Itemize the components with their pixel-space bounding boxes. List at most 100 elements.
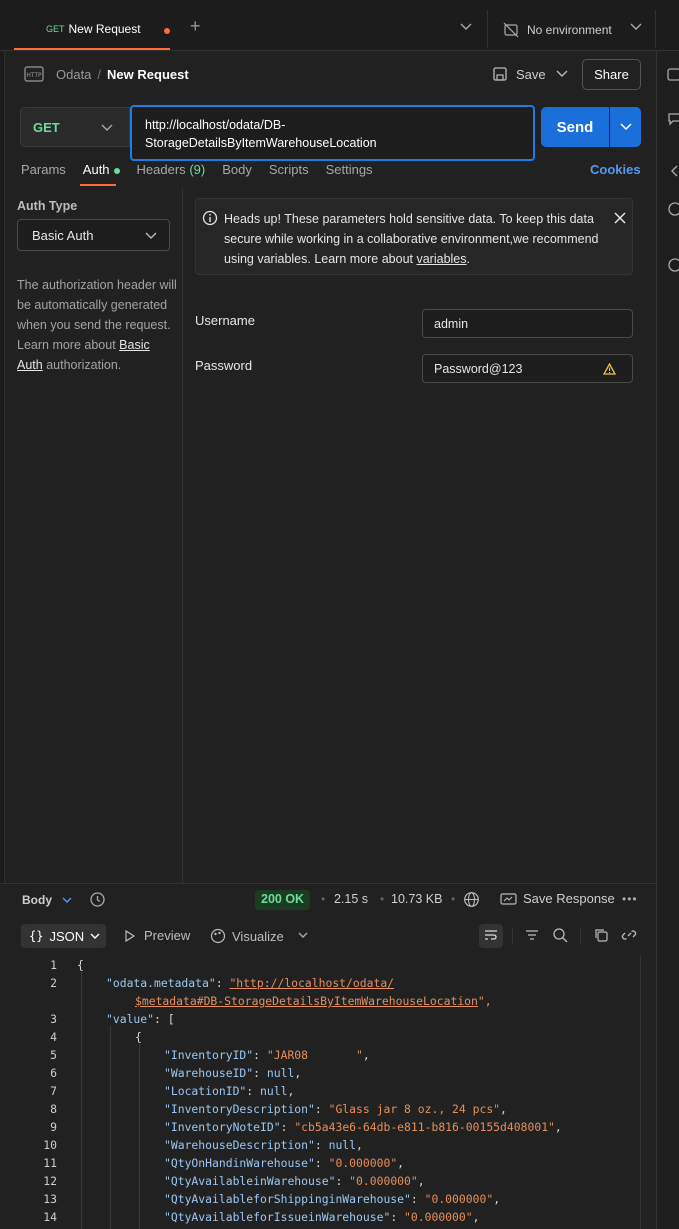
code-line: "LocationID": null, bbox=[164, 1084, 294, 1098]
json-key: "value" bbox=[106, 1012, 155, 1026]
code-line: "QtyAvailableinWarehouse": "0.000000", bbox=[164, 1174, 425, 1188]
visualize-button[interactable]: Visualize bbox=[210, 928, 284, 944]
json-value: null bbox=[260, 1084, 288, 1098]
json-colon: : bbox=[390, 1210, 405, 1224]
code-line: "QtyAvailableforIssueinWarehouse": "0.00… bbox=[164, 1210, 479, 1224]
line-number: 9 bbox=[50, 1120, 57, 1134]
line-number: 14 bbox=[43, 1210, 57, 1224]
tab-body[interactable]: Body bbox=[222, 162, 252, 177]
comments-icon[interactable] bbox=[667, 111, 679, 127]
chevron-left-icon[interactable] bbox=[667, 163, 679, 179]
response-body-label[interactable]: Body bbox=[22, 893, 52, 907]
request-tab[interactable]: GET New Request bbox=[14, 10, 170, 50]
save-icon bbox=[493, 67, 507, 81]
method-selector[interactable]: GET bbox=[20, 107, 130, 147]
format-label: JSON bbox=[49, 928, 85, 944]
copy-icon[interactable] bbox=[593, 927, 609, 943]
json-url-value-cont[interactable]: $metadata#DB-StorageDetailsByItemWarehou… bbox=[135, 994, 478, 1008]
send-options-button[interactable] bbox=[610, 107, 641, 147]
json-url-value[interactable]: "http://localhost/odata/ bbox=[229, 976, 394, 990]
line-number: 3 bbox=[50, 1012, 57, 1026]
json-colon: : bbox=[335, 1174, 350, 1188]
tab-headers[interactable]: Headers (9) bbox=[137, 162, 206, 177]
history-icon[interactable] bbox=[667, 257, 679, 273]
history-icon[interactable] bbox=[89, 891, 106, 908]
warning-icon[interactable] bbox=[603, 363, 616, 375]
json-comma: , bbox=[287, 1084, 295, 1098]
visualize-chevron-down-icon[interactable] bbox=[298, 932, 308, 939]
code-line: "odata.metadata": "http://localhost/odat… bbox=[106, 976, 395, 990]
breadcrumb-collection[interactable]: Odata bbox=[56, 67, 91, 82]
code-icon[interactable] bbox=[667, 67, 679, 83]
tab-params[interactable]: Params bbox=[21, 162, 66, 177]
save-response-button[interactable]: Save Response bbox=[500, 891, 615, 906]
globe-icon[interactable] bbox=[463, 891, 480, 908]
tabs-chevron-down-icon[interactable] bbox=[460, 23, 472, 31]
username-value: admin bbox=[434, 316, 469, 331]
response-time[interactable]: 2.15 s bbox=[334, 892, 368, 906]
variables-link[interactable]: variables bbox=[416, 252, 466, 266]
username-field[interactable]: admin bbox=[422, 309, 633, 338]
no-environment-icon bbox=[503, 22, 519, 38]
json-braces-icon: {} bbox=[29, 929, 44, 943]
info-circle-icon[interactable] bbox=[667, 201, 679, 217]
auth-description: The authorization header will be automat… bbox=[17, 275, 177, 375]
headers-count: (9) bbox=[189, 162, 206, 177]
filter-icon[interactable] bbox=[524, 927, 540, 943]
code-line: "InventoryNoteID": "cb5a43e6-64db-e811-b… bbox=[164, 1120, 562, 1134]
method-label: GET bbox=[33, 119, 60, 135]
json-comma: , bbox=[472, 1210, 480, 1224]
save-response-label: Save Response bbox=[523, 891, 615, 906]
save-response-icon bbox=[500, 892, 517, 905]
format-chevron-down-icon bbox=[90, 933, 100, 939]
url-input[interactable]: http://localhost/odata/DB- StorageDetail… bbox=[130, 105, 535, 161]
share-button[interactable]: Share bbox=[582, 59, 641, 90]
cookies-link[interactable]: Cookies bbox=[590, 162, 641, 177]
auth-desc-text: The authorization header will be automat… bbox=[17, 278, 177, 352]
json-key: "LocationID" bbox=[164, 1084, 247, 1098]
save-button[interactable]: Save bbox=[492, 66, 546, 82]
json-value: "0.000000" bbox=[404, 1210, 473, 1224]
tab-scripts[interactable]: Scripts bbox=[269, 162, 309, 177]
code-line: "QtyAvailableforShippinginWarehouse": "0… bbox=[164, 1192, 500, 1206]
new-tab-plus-icon[interactable]: + bbox=[190, 17, 201, 35]
more-options-icon[interactable]: ••• bbox=[622, 892, 638, 906]
username-label: Username bbox=[195, 313, 255, 328]
environment-label: No environment bbox=[527, 23, 612, 37]
json-key: "InventoryDescription" bbox=[164, 1102, 315, 1116]
code-line: "InventoryDescription": "Glass jar 8 oz.… bbox=[164, 1102, 507, 1116]
breadcrumb-request[interactable]: New Request bbox=[107, 67, 189, 82]
line-number: 6 bbox=[50, 1066, 57, 1080]
tab-settings[interactable]: Settings bbox=[326, 162, 373, 177]
close-icon[interactable] bbox=[614, 212, 626, 224]
send-button[interactable]: Send bbox=[541, 107, 609, 147]
format-selector[interactable]: {} JSON bbox=[21, 924, 106, 948]
json-comma: , bbox=[417, 1174, 425, 1188]
code-line: { bbox=[135, 1030, 142, 1044]
environment-chevron-down-icon[interactable] bbox=[630, 23, 642, 31]
method-chevron-down-icon bbox=[101, 124, 113, 131]
line-number: 8 bbox=[50, 1102, 57, 1116]
response-size[interactable]: 10.73 KB bbox=[391, 892, 442, 906]
tab-method: GET bbox=[46, 24, 65, 34]
line-number: 2 bbox=[50, 976, 57, 990]
preview-button[interactable]: Preview bbox=[124, 928, 190, 943]
save-chevron-down-icon[interactable] bbox=[556, 70, 568, 78]
status-badge[interactable]: 200 OK bbox=[255, 890, 311, 910]
password-field[interactable]: Password@123 bbox=[422, 354, 633, 383]
environment-selector[interactable]: No environment bbox=[503, 22, 612, 38]
response-body-viewer[interactable]: 1 2 3 4 5 6 7 8 9 10 11 12 13 14 { "odat… bbox=[0, 956, 640, 1229]
auth-type-select[interactable]: Basic Auth bbox=[17, 219, 170, 251]
scrollbar-track[interactable] bbox=[640, 956, 641, 1229]
link-icon[interactable] bbox=[621, 927, 637, 943]
json-colon: : bbox=[410, 1192, 425, 1206]
divider bbox=[487, 10, 488, 48]
tab-auth-label: Auth bbox=[82, 162, 110, 177]
body-chevron-down-icon[interactable] bbox=[62, 897, 72, 904]
search-icon[interactable] bbox=[552, 927, 568, 943]
json-value: null bbox=[266, 1066, 295, 1080]
code-line: "value": [ bbox=[106, 1012, 175, 1026]
auth-active-dot-icon bbox=[113, 167, 120, 174]
json-comma: , bbox=[294, 1066, 302, 1080]
tab-auth[interactable]: Auth bbox=[83, 162, 120, 177]
